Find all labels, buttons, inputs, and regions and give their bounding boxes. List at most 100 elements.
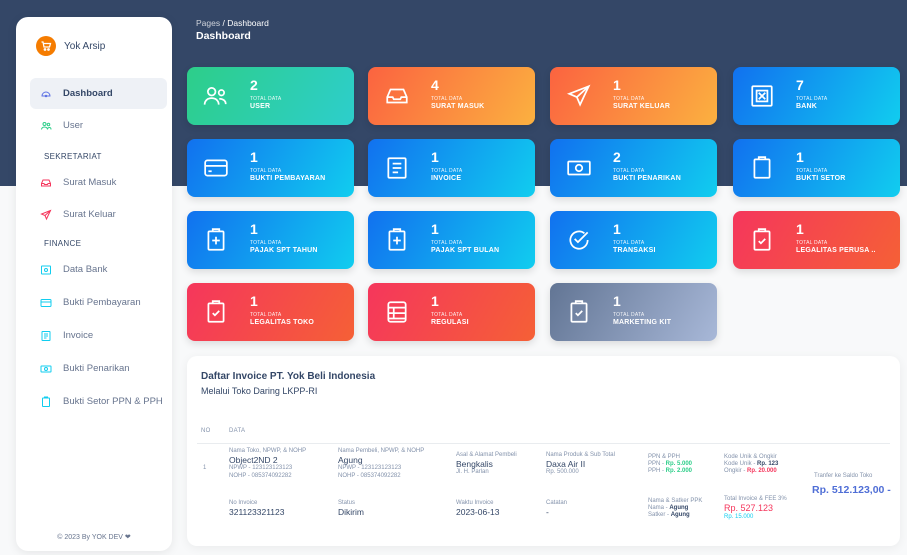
card-label: PAJAK SPT BULAN bbox=[431, 247, 500, 254]
ongkir-prefix: Ongkir - bbox=[724, 468, 748, 475]
stat-card-legalitas-toko[interactable]: 1 TOTAL DATA LEGALITAS TOKO bbox=[187, 283, 354, 341]
sidebar-item-invoice[interactable]: Invoice bbox=[30, 320, 167, 351]
cell-pajak: PPN & PPH PPN - Rp. 5.000 PPH - Rp. 2.00… bbox=[648, 454, 692, 476]
satker-name-prefix: Nama - bbox=[648, 505, 670, 512]
cell-toko: Nama Toko, NPWP, & NOHP Object2ND 2 NPWP… bbox=[229, 448, 306, 480]
palette-icon bbox=[41, 91, 51, 97]
card-label: REGULASI bbox=[431, 319, 469, 326]
card-value: 1 bbox=[431, 221, 439, 237]
stat-card-legalitas-perusahaan[interactable]: 1 TOTAL DATA LEGALITAS PERUSA .. bbox=[733, 211, 900, 269]
card-value: 1 bbox=[796, 221, 804, 237]
sidebar-item-label: Bukti Penarikan bbox=[63, 363, 130, 374]
stat-card-transaksi[interactable]: 1 TOTAL DATA TRANSAKSI bbox=[550, 211, 717, 269]
card-label: USER bbox=[250, 103, 271, 110]
clipboard-plus-icon bbox=[207, 228, 225, 251]
stat-card-invoice[interactable]: 1 TOTAL DATA INVOICE bbox=[368, 139, 535, 197]
sidebar-item-label: Surat Masuk bbox=[63, 177, 117, 188]
toko-name: Object2ND 2 bbox=[229, 455, 278, 466]
card-value: 1 bbox=[250, 221, 258, 237]
cell-produk: Nama Produk & Sub Total Daxa Air II Rp. … bbox=[546, 452, 615, 477]
breadcrumb: Pages / Dashboard bbox=[196, 18, 269, 28]
stat-card-regulasi[interactable]: 1 TOTAL DATA REGULASI bbox=[368, 283, 535, 341]
card-sub: TOTAL DATA bbox=[796, 168, 828, 174]
kode-prefix: Kode Unik - bbox=[724, 461, 758, 468]
sidebar-item-surat-masuk[interactable]: Surat Masuk bbox=[30, 167, 167, 198]
card-value: 1 bbox=[613, 221, 621, 237]
stat-card-bank[interactable]: 7 TOTAL DATA BANK bbox=[733, 67, 900, 125]
breadcrumb-root[interactable]: Pages bbox=[196, 18, 220, 28]
no-invoice-value: 321123321123 bbox=[229, 507, 285, 518]
table-header-divider bbox=[197, 443, 890, 444]
clipboard-icon bbox=[42, 396, 50, 407]
sidebar: Yok Arsip Dashboard User SEKRETARIAT Sur… bbox=[16, 17, 172, 551]
card-value: 1 bbox=[250, 293, 258, 309]
document-list-icon bbox=[387, 301, 407, 323]
status-value: Dikirim bbox=[338, 507, 364, 518]
invoice-icon bbox=[41, 330, 51, 341]
brand-name: Yok Arsip bbox=[64, 40, 106, 52]
card-label: LEGALITAS TOKO bbox=[250, 319, 314, 326]
card-label: PAJAK SPT TAHUN bbox=[250, 247, 318, 254]
sidebar-item-bukti-pembayaran[interactable]: Bukti Pembayaran bbox=[30, 287, 167, 318]
cell-label: Nama Toko, NPWP, & NOHP bbox=[229, 448, 307, 454]
sidebar-item-bukti-penarikan[interactable]: Bukti Penarikan bbox=[30, 353, 167, 384]
stat-card-surat-masuk[interactable]: 4 TOTAL DATA SURAT MASUK bbox=[368, 67, 535, 125]
pembeli-nohp: NOHP - 085374092282 bbox=[338, 472, 401, 479]
brand[interactable]: Yok Arsip bbox=[36, 34, 105, 58]
stat-card-marketing-kit[interactable]: 1 TOTAL DATA MARKETING KIT bbox=[550, 283, 717, 341]
card-sub: TOTAL DATA bbox=[250, 168, 282, 174]
safe-icon bbox=[751, 85, 773, 107]
breadcrumb-current: Dashboard bbox=[227, 18, 269, 28]
sidebar-item-label: User bbox=[63, 120, 84, 131]
card-sub: TOTAL DATA bbox=[431, 312, 463, 318]
card-value: 1 bbox=[250, 149, 258, 165]
cell-asal: Asal & Alamat Pembeli Bengkalis Jl. H. P… bbox=[456, 452, 517, 477]
cell-label: Catatan bbox=[546, 500, 568, 506]
clipboard-check-icon bbox=[207, 300, 225, 323]
ppn-value: Rp. 5.000 bbox=[665, 461, 693, 468]
stat-card-user[interactable]: 2 TOTAL DATA USER bbox=[187, 67, 354, 125]
cash-icon bbox=[567, 160, 591, 176]
sidebar-item-label: Surat Keluar bbox=[63, 209, 116, 220]
sidebar-item-data-bank[interactable]: Data Bank bbox=[30, 254, 167, 285]
card-sub: TOTAL DATA bbox=[431, 96, 463, 102]
cell-label: Nama Pembeli, NPWP, & NOHP bbox=[338, 448, 425, 454]
stat-card-pajak-spt-tahun[interactable]: 1 TOTAL DATA PAJAK SPT TAHUN bbox=[187, 211, 354, 269]
card-label: LEGALITAS PERUSA .. bbox=[796, 247, 876, 254]
card-label: BUKTI PENARIKAN bbox=[613, 175, 681, 182]
pph-value: Rp. 2.000 bbox=[665, 468, 693, 475]
section-title-finance: FINANCE bbox=[44, 239, 82, 248]
stat-card-bukti-pembayaran[interactable]: 1 TOTAL DATA BUKTI PEMBAYARAN bbox=[187, 139, 354, 197]
ongkir-value: Rp. 20.000 bbox=[747, 468, 777, 475]
cell-label: Total Invoice & FEE 3% bbox=[724, 496, 787, 502]
card-value: 1 bbox=[431, 293, 439, 309]
sidebar-item-label: Dashboard bbox=[63, 88, 113, 99]
satker-prefix: Satker - bbox=[648, 512, 671, 519]
card-sub: TOTAL DATA bbox=[796, 240, 828, 246]
card-value: 1 bbox=[431, 149, 439, 165]
sidebar-item-user[interactable]: User bbox=[30, 110, 167, 141]
stat-card-bukti-setor[interactable]: 1 TOTAL DATA BUKTI SETOR bbox=[733, 139, 900, 197]
stat-card-bukti-penarikan[interactable]: 2 TOTAL DATA BUKTI PENARIKAN bbox=[550, 139, 717, 197]
card-label: MARKETING KIT bbox=[613, 319, 672, 326]
card-value: 2 bbox=[250, 77, 258, 93]
produk-price: Rp. 500.000 bbox=[546, 469, 579, 476]
card-value: 1 bbox=[613, 293, 621, 309]
cell-pembeli: Nama Pembeli, NPWP, & NOHP Agung NPWP - … bbox=[338, 448, 424, 480]
cell-label: Nama & Satker PPK bbox=[648, 498, 703, 504]
stat-card-surat-keluar[interactable]: 1 TOTAL DATA SURAT KELUAR bbox=[550, 67, 717, 125]
sidebar-item-surat-keluar[interactable]: Surat Keluar bbox=[30, 199, 167, 230]
cell-label: Status bbox=[338, 500, 356, 506]
sidebar-item-dashboard[interactable]: Dashboard bbox=[30, 78, 167, 109]
sidebar-item-label: Data Bank bbox=[63, 264, 108, 275]
safe-icon bbox=[41, 265, 51, 274]
kode-value: Rp. 123 bbox=[757, 461, 779, 468]
stat-card-pajak-spt-bulan[interactable]: 1 TOTAL DATA PAJAK SPT BULAN bbox=[368, 211, 535, 269]
produk-name: Daxa Air II bbox=[546, 459, 586, 470]
sidebar-item-bukti-setor[interactable]: Bukti Setor PPN & PPH bbox=[30, 386, 167, 417]
waktu-value: 2023-06-13 bbox=[456, 507, 500, 518]
cart-logo-icon bbox=[36, 36, 56, 56]
cash-icon bbox=[40, 365, 52, 372]
cell-no-invoice: No Invoice 321123321123 bbox=[229, 500, 284, 517]
invoice-subtitle: Melalui Toko Daring LKPP-RI bbox=[201, 386, 318, 396]
